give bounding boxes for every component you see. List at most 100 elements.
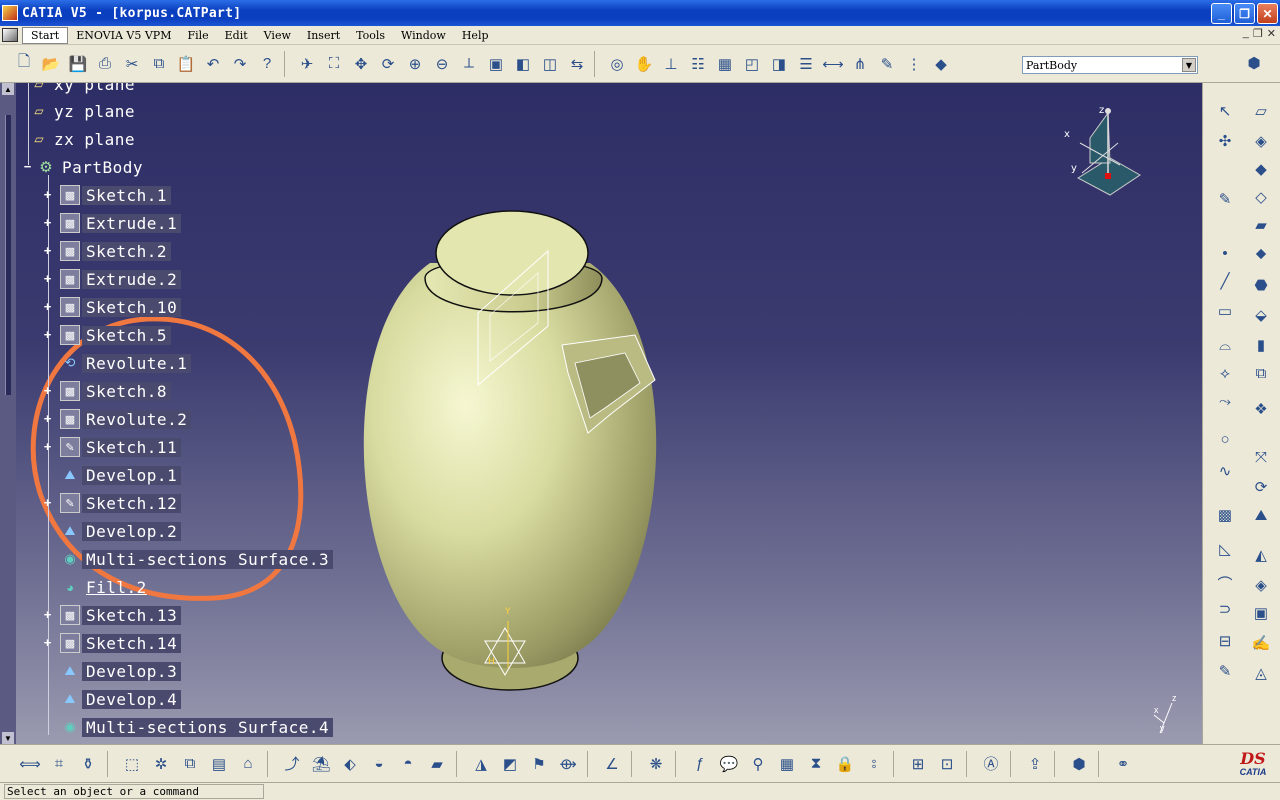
tree-item-sketch-11[interactable]: ✎ Sketch.11 (60, 436, 182, 458)
catalog-icon[interactable]: ☰ (794, 52, 818, 76)
tree-item-multi-sections-surface-3[interactable]: ◉ Multi-sections Surface.3 (60, 548, 334, 570)
environment-mapping-icon[interactable]: ▰ (425, 752, 449, 776)
expand-icon[interactable]: + (42, 412, 53, 425)
tree-item-sketch-13[interactable]: ▩ Sketch.13 (60, 604, 182, 626)
extract-icon[interactable]: ❖ (1249, 397, 1273, 421)
measure-between-icon[interactable]: ⟺ (18, 752, 42, 776)
fly-mode-icon[interactable]: ✈ (295, 52, 319, 76)
expand-icon[interactable]: + (42, 244, 53, 257)
export-icon[interactable]: ⇪ (1023, 752, 1047, 776)
shading-icon[interactable]: ◧ (511, 52, 535, 76)
catia-app-icon[interactable] (2, 5, 18, 21)
develop-tool-icon[interactable]: ▩ (1213, 503, 1237, 527)
analysis-tool-icon[interactable]: ✎ (1213, 659, 1237, 683)
spline-icon[interactable]: ∿ (1213, 459, 1237, 483)
fly-through-icon[interactable]: ⚑ (527, 752, 551, 776)
part-design-workbench-icon[interactable]: ⬢ (1242, 51, 1266, 75)
menu-edit[interactable]: Edit (217, 28, 256, 43)
close-button[interactable]: ✕ (1257, 3, 1278, 24)
print-icon[interactable]: ⎙ (93, 52, 117, 76)
zoom-in-icon[interactable]: ⊕ (403, 52, 427, 76)
current-body-select[interactable]: PartBody ▼ (1022, 56, 1198, 74)
tree-item-develop-2[interactable]: ⛰ Develop.2 (60, 520, 182, 542)
connect-checker-icon[interactable]: ⛱ (309, 752, 333, 776)
tree-item-sketch-5[interactable]: ▩ Sketch.5 (60, 324, 172, 346)
doc-minimize-button[interactable]: _ (1243, 27, 1249, 40)
zoom-out-icon[interactable]: ⊖ (430, 52, 454, 76)
law-tool-icon[interactable]: ⧗ (804, 752, 828, 776)
tree-icon[interactable]: ☷ (686, 52, 710, 76)
expand-icon[interactable]: + (42, 216, 53, 229)
tools-icon[interactable]: ⋮ (902, 52, 926, 76)
angle-icon[interactable]: ∠ (600, 752, 624, 776)
tree-item-multi-sections-surface-4[interactable]: ◉ Multi-sections Surface.4 (60, 716, 334, 738)
analysis-icon[interactable]: ⋔ (848, 52, 872, 76)
point-on-curve-icon[interactable]: ⤴ (280, 752, 304, 776)
intersection-icon[interactable]: ⟡ (1213, 361, 1237, 385)
title-bar[interactable]: CATIA V5 - [korpus.CATPart] _ ❐ ✕ (0, 0, 1280, 26)
axis-system-icon[interactable]: ⊥ (659, 52, 683, 76)
grid-icon[interactable]: ▦ (713, 52, 737, 76)
save-catalog-icon[interactable]: ⊡ (935, 752, 959, 776)
expand-icon[interactable]: + (42, 636, 53, 649)
extrude-surface-icon[interactable]: ◈ (1249, 129, 1273, 153)
menu-view[interactable]: View (256, 28, 299, 43)
tree-item-sketch-14[interactable]: ▩ Sketch.14 (60, 632, 182, 654)
plane-create-icon[interactable]: ▭ (1213, 299, 1237, 323)
fill-surface-icon[interactable]: ▰ (1249, 213, 1273, 237)
tree-item-sketch-2[interactable]: ▩ Sketch.2 (60, 240, 172, 262)
draft-icon[interactable]: ✍ (1249, 631, 1273, 655)
law-icon[interactable]: ⊟ (1213, 629, 1237, 653)
select-arrow-icon[interactable]: ↖ (1213, 99, 1237, 123)
menu-tools[interactable]: Tools (348, 28, 393, 43)
trim-icon[interactable]: ▮ (1249, 333, 1273, 357)
chevron-down-icon[interactable]: ▼ (1182, 58, 1196, 72)
split-icon[interactable]: ⬙ (1249, 303, 1273, 327)
corner-icon[interactable]: ◺ (1213, 537, 1237, 561)
edge-fillet-icon[interactable]: ◈ (1249, 573, 1273, 597)
tree-item-revolute-1[interactable]: ⟲ Revolute.1 (60, 352, 192, 374)
copy-icon[interactable]: ⧉ (147, 52, 171, 76)
curve-connect-icon[interactable]: ⌒ (1213, 571, 1237, 595)
knowledge-icon[interactable]: ✎ (875, 52, 899, 76)
text-annotation-icon[interactable]: Ⓐ (979, 752, 1003, 776)
reorder-icon[interactable]: ⬢ (1067, 752, 1091, 776)
menu-enovia[interactable]: ENOVIA V5 VPM (68, 28, 179, 43)
cut-icon[interactable]: ✂ (120, 52, 144, 76)
offset-icon[interactable]: ◆ (1249, 157, 1273, 181)
normal-view-icon[interactable]: ⟂ (457, 52, 481, 76)
draft-analysis-icon[interactable]: ◒ (367, 752, 391, 776)
open-folder-icon[interactable]: 📂 (39, 52, 63, 76)
hide-show-icon[interactable]: ◫ (538, 52, 562, 76)
3d-viewport[interactable]: ▲ ▼ Y H z x y z x y ▱ xy plane ▱ yz plan… (0, 83, 1202, 744)
parallel-curve-icon[interactable]: ⤳ (1213, 389, 1237, 413)
swap-space-icon[interactable]: ⇆ (565, 52, 589, 76)
update-icon[interactable]: ◎ (605, 52, 629, 76)
menu-file[interactable]: File (179, 28, 216, 43)
tree-item-develop-4[interactable]: ⛰ Develop.4 (60, 688, 182, 710)
tree-item-zx-plane[interactable]: ▱ zx plane (30, 128, 139, 150)
line-icon[interactable]: ╱ (1213, 269, 1237, 293)
catalog-browser-icon[interactable]: ⊞ (906, 752, 930, 776)
undo-icon[interactable]: ↶ (201, 52, 225, 76)
tree-item-yz-plane[interactable]: ▱ yz plane (30, 100, 139, 122)
compass-widget[interactable] (1060, 103, 1150, 203)
layer-icon[interactable]: ◆ (929, 52, 953, 76)
sweep-icon[interactable]: ◇ (1249, 185, 1273, 209)
iso-view-icon[interactable]: ▣ (484, 52, 508, 76)
whats-this-icon[interactable]: ? (255, 52, 279, 76)
projection-icon[interactable]: ⌓ (1213, 333, 1237, 357)
select-tool-icon[interactable]: ⬚ (120, 752, 144, 776)
shape-fillet-icon[interactable]: ◭ (1249, 543, 1273, 567)
plane-tool-icon[interactable]: ▱ (1249, 99, 1273, 123)
tree-item-develop-3[interactable]: ⛰ Develop.3 (60, 660, 182, 682)
point-icon[interactable]: • (1213, 241, 1237, 265)
circle-icon[interactable]: ○ (1213, 427, 1237, 451)
mirror-icon[interactable]: ◬ (1249, 661, 1273, 685)
maximize-button[interactable]: ❐ (1234, 3, 1255, 24)
fit-all-icon[interactable]: ⛶ (322, 52, 346, 76)
tree-item-partbody[interactable]: ⚙ PartBody (36, 156, 147, 178)
user-feature-icon[interactable]: ⌂ (236, 752, 260, 776)
apply-material-icon[interactable]: ⚭ (1111, 752, 1135, 776)
design-table-icon[interactable]: ▦ (775, 752, 799, 776)
